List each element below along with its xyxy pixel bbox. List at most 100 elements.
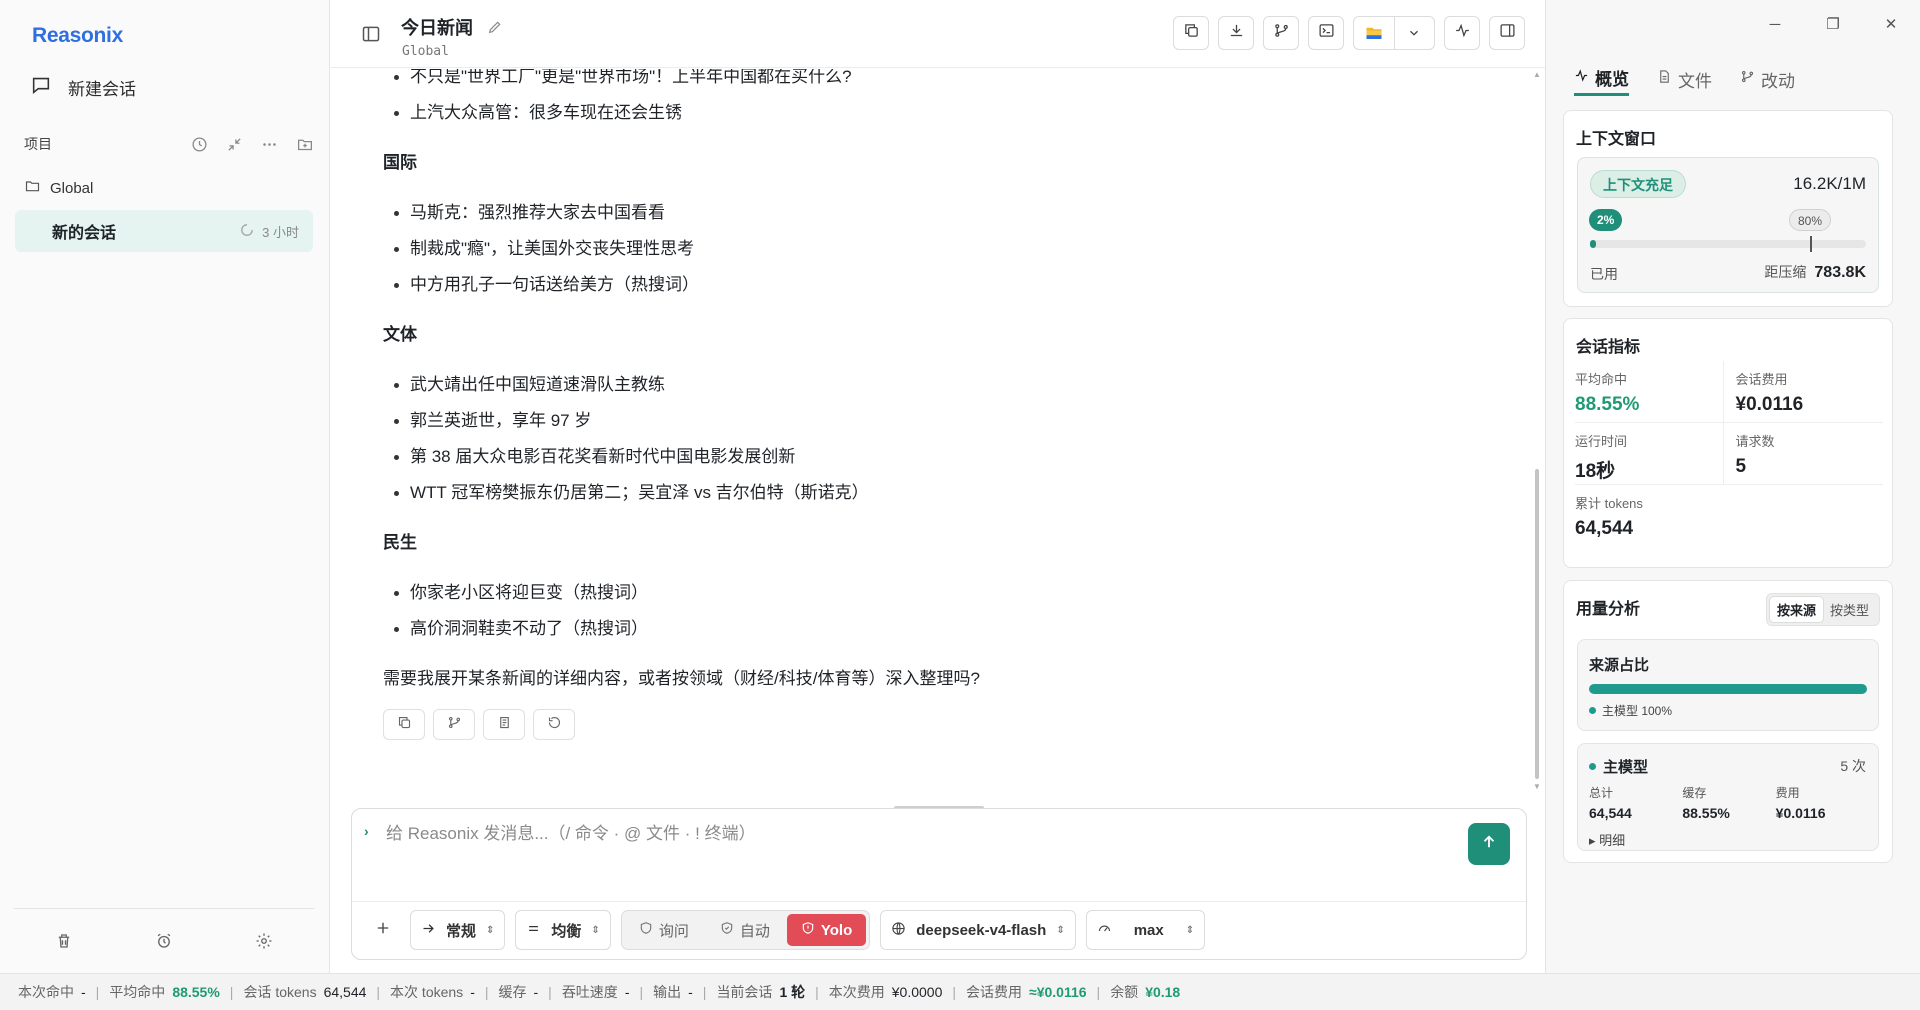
status-value: -: [624, 984, 630, 1000]
status-value: -: [533, 984, 539, 1000]
session-item[interactable]: 新的会话 3 小时: [15, 210, 313, 252]
tab-files[interactable]: 文件: [1657, 62, 1712, 96]
context-usage-value: 16.2K/1M: [1793, 174, 1866, 193]
project-folder-global[interactable]: Global: [24, 178, 93, 198]
header-toolbar: [1173, 16, 1525, 50]
details-toggle[interactable]: ▸ 明细: [1589, 830, 1625, 849]
context-window-title: 上下文窗口: [1576, 131, 1657, 148]
git-branch-icon: [1273, 22, 1290, 44]
mode-ask[interactable]: 询问: [625, 914, 703, 946]
arrow-up-icon: [1480, 833, 1498, 856]
status-value: 1 轮: [779, 984, 806, 1000]
status-bar: 本次命中 - | 平均命中 88.55% | 会话 tokens 64,544 | 本次 toke…: [0, 973, 1920, 1010]
updown-caret-icon: ⇕: [1185, 924, 1195, 936]
trash-icon[interactable]: [55, 932, 73, 950]
terminal-button[interactable]: [1308, 16, 1344, 50]
scroll-up-arrow[interactable]: ▲: [1533, 71, 1541, 79]
restore-icon[interactable]: ❐: [1804, 0, 1862, 48]
status-separator: |: [1096, 984, 1101, 1000]
quote-message-button[interactable]: [483, 709, 525, 740]
main-model-header: 主模型: [1589, 756, 1648, 777]
status-label: 本次费用: [828, 984, 885, 1000]
chat-subtitle: Global: [402, 44, 449, 59]
add-attachment-button[interactable]: [366, 913, 400, 947]
sidebar-toggle-icon[interactable]: [361, 24, 381, 44]
new-chat-button[interactable]: 新建会话: [30, 72, 136, 102]
projects-header: 项目: [24, 132, 314, 156]
status-value: 88.55%: [172, 984, 220, 1000]
edit-pencil-icon[interactable]: [487, 19, 503, 35]
composer-controls: 常规 ⇕ 均衡 ⇕ 询问 自动 Yolo deepseek-v4-flash ⇕…: [366, 909, 1206, 951]
status-label: 本次 tokens: [390, 984, 464, 1000]
usage-analysis-card: 用量分析 按来源 按类型 来源占比 主模型 100% 主模型 5 次 总计 64…: [1563, 580, 1893, 863]
tab-overview[interactable]: 概览: [1574, 62, 1629, 96]
regenerate-button[interactable]: [533, 709, 575, 740]
scrollbar[interactable]: ▲ ▼: [1533, 69, 1541, 793]
usage-title: 用量分析: [1576, 601, 1641, 618]
legend-dot: [1589, 763, 1596, 770]
collapse-icon[interactable]: [226, 136, 243, 153]
send-button[interactable]: [1468, 823, 1510, 865]
mode-select[interactable]: 常规 ⇕: [410, 910, 506, 950]
section-list: 武大靖出任中国短道速滑队主教练 郭兰英逝世，享年 97 岁 第 38 届大众电影…: [383, 367, 1503, 511]
terminal-icon: [1318, 22, 1335, 44]
chevron-down-icon[interactable]: [1393, 17, 1434, 49]
new-chat-label: 新建会话: [68, 79, 136, 99]
status-separator: |: [95, 984, 100, 1000]
status-label: 会话 tokens: [243, 984, 317, 1000]
open-folder-split-button[interactable]: [1353, 16, 1435, 50]
by-source-option[interactable]: 按来源: [1769, 597, 1823, 622]
minimize-icon[interactable]: ─: [1746, 0, 1804, 48]
scroll-down-arrow[interactable]: ▼: [1533, 783, 1541, 791]
alarm-icon[interactable]: [155, 932, 173, 950]
right-panel-toggle[interactable]: [1489, 16, 1525, 50]
status-item: 平均命中 88.55%: [109, 982, 219, 1002]
settings-gear-icon[interactable]: [255, 932, 273, 950]
by-type-option[interactable]: 按类型: [1823, 597, 1876, 622]
add-folder-icon[interactable]: [296, 136, 314, 153]
status-item: 当前会话 1 轮: [716, 982, 805, 1002]
section-list: 马斯克：强烈推荐大家去中国看看 制裁成"瘾"，让美国外交丧失理性思考 中方用孔子…: [383, 195, 1503, 303]
copy-message-button[interactable]: [383, 709, 425, 740]
message-scroll-area[interactable]: 不只是"世界工厂"更是"世界市场"！上半年中国都在买什么? 上汽大众高管：很多车…: [331, 69, 1545, 793]
model-select[interactable]: deepseek-v4-flash ⇕: [880, 910, 1076, 950]
scroll-text-icon: [497, 715, 512, 735]
runtime-value: 18秒: [1575, 461, 1616, 482]
mode-auto[interactable]: 自动: [706, 914, 784, 946]
total-label: 总计: [1589, 786, 1614, 800]
remain-value: 783.8K: [1814, 264, 1866, 281]
tab-changes[interactable]: 改动: [1740, 62, 1795, 96]
mode-yolo[interactable]: Yolo: [786, 914, 867, 946]
composer-divider: [352, 901, 1526, 902]
effort-select[interactable]: max ⇕: [1085, 910, 1206, 950]
message-input[interactable]: [386, 821, 1386, 847]
tokens-label: 累计 tokens: [1575, 496, 1643, 511]
scroll-thumb[interactable]: [1535, 469, 1539, 779]
more-icon[interactable]: [261, 136, 278, 153]
balance-select[interactable]: 均衡 ⇕: [515, 910, 611, 950]
history-icon[interactable]: [191, 136, 208, 153]
mode-select-value: 常规: [446, 922, 477, 940]
chat-title: 今日新闻: [401, 18, 473, 38]
branch-button[interactable]: [1263, 16, 1299, 50]
session-time: 3 小时: [262, 224, 299, 240]
download-button[interactable]: [1218, 16, 1254, 50]
folder-color-icon[interactable]: [1354, 17, 1394, 49]
status-item: 会话费用 ≈¥0.0116: [966, 982, 1087, 1002]
mode-yolo-label: Yolo: [820, 921, 853, 939]
effort-select-value: max: [1133, 921, 1164, 939]
copy-button[interactable]: [1173, 16, 1209, 50]
status-value: ≈¥0.0116: [1029, 984, 1087, 1000]
status-separator: |: [815, 984, 819, 1000]
status-label: 当前会话: [716, 984, 773, 1000]
activity-button[interactable]: [1444, 16, 1480, 50]
status-label: 缓存: [498, 984, 527, 1000]
close-icon[interactable]: ✕: [1862, 0, 1920, 48]
sidebar-footer: [14, 908, 314, 973]
list-item: 制裁成"瘾"，让美国外交丧失理性思考: [383, 231, 1503, 267]
main-model-count: 5 次: [1840, 758, 1866, 774]
branch-message-button[interactable]: [433, 709, 475, 740]
git-branch-icon: [447, 715, 462, 735]
main-model-stats: 总计 64,544 缓存 88.55% 费用 ¥0.0116: [1589, 784, 1869, 821]
closing-question: 需要我展开某条新闻的详细内容，或者按领域（财经/科技/体育等）深入整理吗?: [383, 669, 980, 688]
